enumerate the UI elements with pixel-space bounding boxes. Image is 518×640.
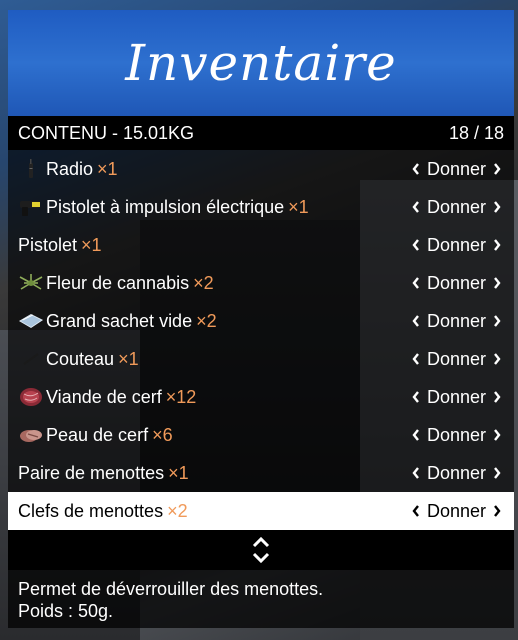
item-quantity: ×6 xyxy=(152,424,173,445)
item-quantity: ×1 xyxy=(288,196,309,217)
cannabis-icon xyxy=(18,272,44,294)
list-item-empty-bag[interactable]: Grand sachet vide ×2 Donner xyxy=(8,302,514,340)
item-label: Grand sachet vide xyxy=(46,310,193,331)
chevron-left-icon[interactable] xyxy=(411,352,421,366)
give-action[interactable]: Donner xyxy=(411,197,502,218)
give-action[interactable]: Donner xyxy=(411,159,502,180)
chevron-right-icon[interactable] xyxy=(492,504,502,518)
inventory-menu: Inventaire CONTENU - 15.01KG 18 / 18 Rad… xyxy=(8,10,514,628)
radio-icon xyxy=(18,158,44,180)
chevron-left-icon[interactable] xyxy=(411,466,421,480)
item-counter: 18 / 18 xyxy=(448,122,504,143)
item-list: Radio ×1 Donner Pistolet à impulsion élec… xyxy=(8,150,514,530)
item-quantity: ×2 xyxy=(167,500,188,521)
give-label: Donner xyxy=(426,272,486,293)
give-label: Donner xyxy=(426,310,486,331)
menu-banner: Inventaire xyxy=(8,10,514,116)
item-label: Couteau xyxy=(46,348,115,369)
chevron-right-icon[interactable] xyxy=(492,238,502,252)
item-quantity: ×1 xyxy=(168,462,189,483)
description-text: Permet de déverrouiller des menottes. xyxy=(18,579,324,599)
give-label: Donner xyxy=(426,158,486,179)
give-action[interactable]: Donner xyxy=(411,501,502,522)
knife-icon xyxy=(18,348,44,370)
chevron-left-icon[interactable] xyxy=(411,504,421,518)
chevron-right-icon[interactable] xyxy=(492,314,502,328)
item-label: Paire de menottes xyxy=(18,462,165,483)
chevron-left-icon[interactable] xyxy=(411,428,421,442)
chevron-left-icon[interactable] xyxy=(411,276,421,290)
item-label: Fleur de cannabis xyxy=(46,272,190,293)
item-description: Permet de déverrouiller des menottes. Po… xyxy=(8,570,514,628)
give-action[interactable]: Donner xyxy=(411,235,502,256)
give-action[interactable]: Donner xyxy=(411,425,502,446)
chevron-right-icon[interactable] xyxy=(492,276,502,290)
item-label: Radio xyxy=(46,158,94,179)
item-label: Pistolet à impulsion électrique xyxy=(46,196,285,217)
taser-icon xyxy=(18,196,44,218)
list-item-deer-hide[interactable]: Peau de cerf ×6 Donner xyxy=(8,416,514,454)
chevron-right-icon[interactable] xyxy=(492,466,502,480)
item-label: Viande de cerf xyxy=(46,386,162,407)
hide-icon xyxy=(18,424,44,446)
list-item-taser[interactable]: Pistolet à impulsion électrique ×1 Donner xyxy=(8,188,514,226)
content-weight-label: CONTENU - 15.01KG xyxy=(18,122,195,143)
item-quantity: ×1 xyxy=(97,158,118,179)
item-label: Peau de cerf xyxy=(46,424,149,445)
give-action[interactable]: Donner xyxy=(411,387,502,408)
chevron-right-icon[interactable] xyxy=(492,162,502,176)
give-action[interactable]: Donner xyxy=(411,311,502,332)
list-item-cannabis[interactable]: Fleur de cannabis ×2 Donner xyxy=(8,264,514,302)
item-label: Clefs de menottes xyxy=(18,500,164,521)
chevron-left-icon[interactable] xyxy=(411,200,421,214)
chevron-left-icon[interactable] xyxy=(411,238,421,252)
give-label: Donner xyxy=(426,348,486,369)
bag-icon xyxy=(18,310,44,332)
item-quantity: ×1 xyxy=(81,234,102,255)
chevron-right-icon[interactable] xyxy=(492,200,502,214)
give-action[interactable]: Donner xyxy=(411,273,502,294)
list-item-deer-meat[interactable]: Viande de cerf ×12 Donner xyxy=(8,378,514,416)
give-label: Donner xyxy=(426,500,486,521)
list-item-knife[interactable]: Couteau ×1 Donner xyxy=(8,340,514,378)
menu-subheader: CONTENU - 15.01KG 18 / 18 xyxy=(8,116,514,150)
give-label: Donner xyxy=(426,424,486,445)
list-item-handcuff-keys[interactable]: Clefs de menottes ×2 Donner xyxy=(8,492,514,530)
chevron-right-icon[interactable] xyxy=(492,352,502,366)
chevron-left-icon[interactable] xyxy=(411,162,421,176)
list-item-handcuffs[interactable]: Paire de menottes ×1 Donner xyxy=(8,454,514,492)
list-item-radio[interactable]: Radio ×1 Donner xyxy=(8,150,514,188)
give-label: Donner xyxy=(426,234,486,255)
chevron-left-icon[interactable] xyxy=(411,390,421,404)
chevron-right-icon[interactable] xyxy=(492,428,502,442)
scroll-indicator[interactable] xyxy=(8,530,514,570)
list-item-pistol[interactable]: Pistolet ×1 Donner xyxy=(8,226,514,264)
item-weight: Poids : 50g. xyxy=(18,601,114,621)
give-label: Donner xyxy=(426,462,486,483)
give-action[interactable]: Donner xyxy=(411,349,502,370)
item-label: Pistolet xyxy=(18,234,78,255)
give-label: Donner xyxy=(426,196,486,217)
menu-title: Inventaire xyxy=(125,34,397,92)
item-quantity: ×2 xyxy=(193,272,214,293)
item-quantity: ×12 xyxy=(165,386,197,407)
item-quantity: ×1 xyxy=(118,348,139,369)
scroll-updown-icon[interactable] xyxy=(251,535,271,565)
give-label: Donner xyxy=(426,386,486,407)
chevron-left-icon[interactable] xyxy=(411,314,421,328)
item-quantity: ×2 xyxy=(196,310,217,331)
give-action[interactable]: Donner xyxy=(411,463,502,484)
meat-icon xyxy=(18,386,44,408)
chevron-right-icon[interactable] xyxy=(492,390,502,404)
